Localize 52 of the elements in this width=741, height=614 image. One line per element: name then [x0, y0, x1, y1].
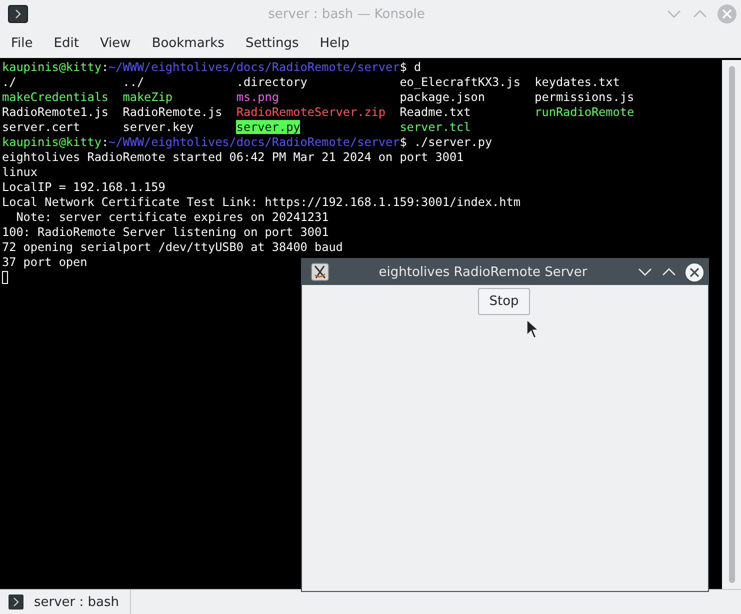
file-name: Readme.txt [400, 105, 471, 119]
text-cursor [2, 271, 8, 284]
output-line: 37 port open [2, 255, 88, 270]
output-line: LocalIP = 192.168.1.159 [2, 180, 166, 195]
scrollbar-thumb[interactable] [728, 66, 734, 583]
mouse-pointer-icon [526, 319, 539, 339]
file-name: runRadioRemote [534, 105, 634, 119]
close-button[interactable] [685, 262, 704, 282]
output-line: 100: RadioRemote Server listening on port 3001 [2, 225, 329, 240]
output-line: Note: server certificate expires on 20241231 [15, 210, 329, 225]
file-name: server.tcl [400, 120, 471, 134]
file-name: RadioRemoteServer.zip [236, 105, 386, 119]
file-name: ./ [2, 75, 16, 89]
dialog-title: eightolives RadioRemote Server [378, 264, 588, 280]
menu-item[interactable]: View [100, 36, 131, 50]
file-name: ../ [122, 75, 144, 89]
file-name: RadioRemote1.js [2, 105, 109, 119]
command-text: $ ./server.py [400, 135, 492, 150]
output-line: Local Network Certificate Test Link: https://192.168.1.159:3001/index.htm [2, 195, 520, 210]
file-name: makeZip [122, 90, 172, 104]
prompt-separator: : [101, 135, 109, 150]
command-text: $ d [400, 60, 422, 75]
output-line: 72 opening serialport /dev/ttyUSB0 at 38400 baud [2, 240, 343, 255]
window-title: server : bash — Konsole [267, 6, 426, 22]
file-name: keydates.txt [534, 75, 620, 89]
menu-item[interactable]: File [11, 36, 33, 50]
menu-item[interactable]: Bookmarks [152, 36, 224, 50]
file-name: eo_ElecraftKX3.js [400, 75, 520, 89]
file-name: makeCredentials [2, 90, 109, 104]
app-icon [311, 263, 329, 281]
file-name: server.py [236, 120, 300, 134]
prompt-separator: : [101, 60, 109, 75]
prompt-user: kaupinis@kitty [2, 135, 102, 150]
file-name: permissions.js [534, 90, 634, 104]
stop-button[interactable]: Stop [478, 288, 530, 315]
menu-item[interactable]: Settings [245, 36, 299, 50]
output-line: linux [2, 165, 38, 180]
file-name: server.key [122, 120, 194, 134]
file-name: ms.png [236, 90, 279, 104]
file-name: package.json [400, 90, 485, 104]
terminal-icon [8, 5, 28, 23]
file-name: .directory [236, 75, 308, 89]
menu-item[interactable]: Help [320, 36, 350, 50]
prompt-user: kaupinis@kitty [2, 60, 102, 75]
file-name: server.cert [2, 120, 80, 134]
terminal-icon [8, 594, 24, 610]
menu-item[interactable]: Edit [54, 36, 79, 50]
prompt-path: ~/WWW/eightolives/docs/RadioRemote/server [108, 60, 400, 75]
output-line: eightolives RadioRemote started 06:42 PM Mar 21 2024 on port 3001 [2, 150, 464, 165]
file-name: RadioRemote.js [122, 105, 222, 119]
tab-label: server : bash [34, 594, 120, 610]
prompt-path: ~/WWW/eightolives/docs/RadioRemote/server [108, 135, 400, 150]
